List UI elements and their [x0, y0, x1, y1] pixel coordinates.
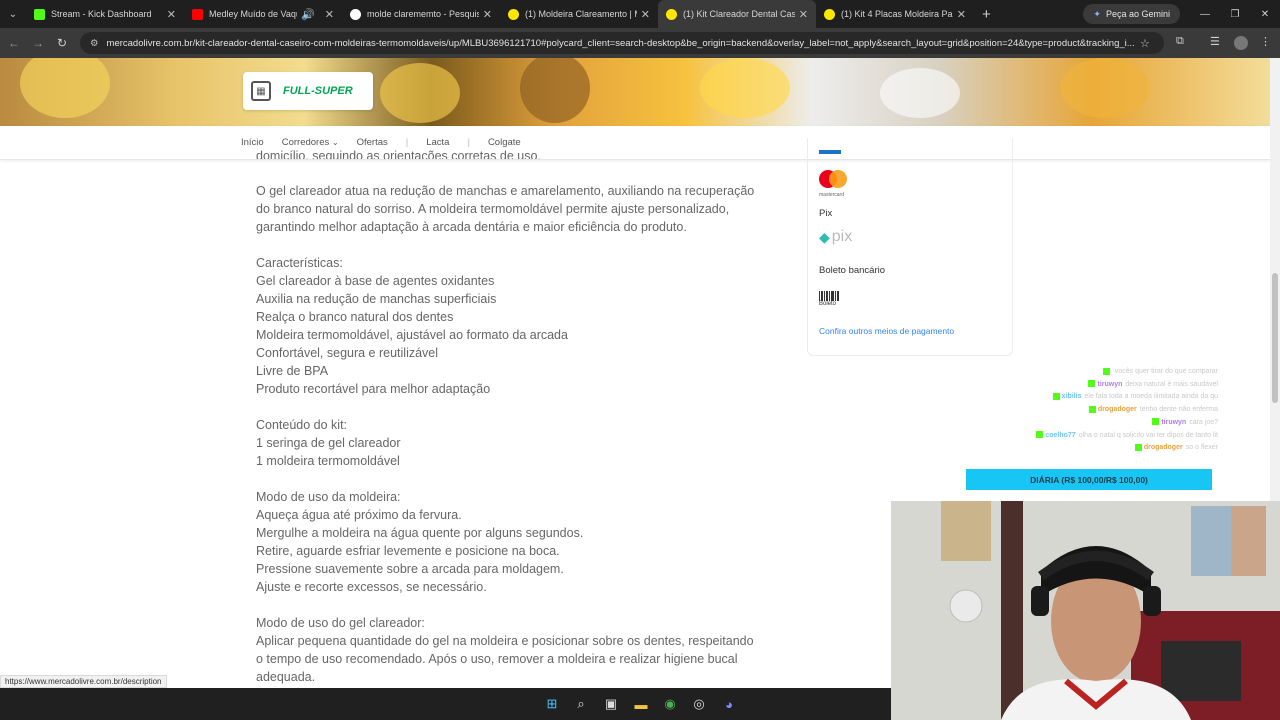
caracteristica-item: Realça o branco natural dos dentes [256, 310, 454, 324]
window-controls: — ❐ ✕ [1190, 0, 1280, 28]
gel-line: o tempo de uso recomendado. Após o uso, … [256, 652, 738, 666]
close-window-icon[interactable]: ✕ [1250, 0, 1280, 28]
store-banner: ▦ FULL-SUPER [0, 58, 1270, 126]
browser-tab-moldeira[interactable]: (1) Moldeira Clareamento | Me ✕ [500, 0, 658, 28]
google-favicon-icon [350, 8, 361, 20]
mercadolivre-favicon-icon [666, 8, 677, 20]
browser-tab-bar: ⌄ Stream - Kick Dashboard ✕ Medley Muído… [0, 0, 1280, 28]
close-tab-icon[interactable]: ✕ [957, 8, 966, 21]
chat-message: drogadoger so o flexer [996, 442, 1218, 455]
webcam-image [891, 501, 1280, 720]
kit-item: 1 seringa de gel clareador [256, 436, 401, 450]
caracteristica-item: Livre de BPA [256, 364, 329, 378]
browser-menu-icon[interactable]: ⋮ [1260, 35, 1271, 48]
task-view-icon[interactable]: ▣ [602, 695, 620, 713]
speaker-icon[interactable]: 🔊 [301, 8, 315, 21]
scrollbar-thumb[interactable] [1272, 273, 1278, 403]
extensions-icon[interactable]: ⧉ [1176, 35, 1184, 48]
browser-tab-kit-placas[interactable]: (1) Kit 4 Placas Moldeira Para C ✕ [816, 0, 974, 28]
minimize-icon[interactable]: — [1190, 0, 1220, 28]
caracteristica-item: Gel clareador à base de agentes oxidante… [256, 274, 495, 288]
chat-message: tiruwyn cara joe? [996, 417, 1218, 430]
pix-diamond-icon: ◆ [819, 228, 830, 245]
browser-tab-google[interactable]: molde clarememto - Pesquisa G ✕ [342, 0, 500, 28]
mercadolivre-favicon-icon [508, 8, 519, 20]
file-explorer-icon[interactable]: ▬ [632, 695, 650, 713]
description-line: garantindo melhor adaptação à arcada den… [256, 220, 687, 234]
reading-list-icon[interactable]: ☰ [1210, 35, 1220, 48]
maximize-icon[interactable]: ❐ [1220, 0, 1250, 28]
moldeira-step: Ajuste e recorte excessos, se necessário… [256, 580, 487, 594]
kit-item: 1 moldeira termomoldável [256, 454, 400, 468]
link-status-bubble: https://www.mercadolivre.com.br/descript… [0, 675, 167, 688]
product-description: O gel clareador atua na redução de manch… [256, 182, 796, 686]
site-info-icon[interactable]: ⚙ [90, 38, 99, 49]
store-logo[interactable]: ▦ FULL-SUPER [243, 72, 373, 110]
payment-methods-card: mastercard Pix ◆ pix Boleto bancário Bol… [807, 138, 1013, 356]
moldeira-step: Pressione suavemente sobre a arcada para… [256, 562, 564, 576]
gel-line: adequada. [256, 670, 316, 684]
caracteristica-item: Moldeira termomoldável, ajustável ao for… [256, 328, 568, 342]
close-tab-icon[interactable]: ✕ [641, 8, 650, 21]
caracteristicas-title: Características: [256, 256, 343, 270]
gel-line: Aplicar pequena quantidade do gel na mol… [256, 634, 754, 648]
browser-tab-youtube[interactable]: Medley Muído de Vaquejada 🔊 ✕ [184, 0, 342, 28]
windows-taskbar [0, 688, 891, 720]
stream-chat-overlay: vocês quer tirar do que comparar tiruwyn… [996, 366, 1218, 455]
address-toolbar: ← → ↻ ⚙ mercadolivre.com.br/kit-clareado… [0, 28, 1280, 58]
browser-tab-kit-clareador[interactable]: (1) Kit Clareador Dental Caseiro ✕ [658, 0, 816, 28]
caracteristica-item: Auxilia na redução de manchas superficia… [256, 292, 497, 306]
moldeira-step: Retire, aguarde esfriar levemente e posi… [256, 544, 560, 558]
new-tab-plus-icon[interactable]: + [982, 6, 991, 23]
chat-message: vocês quer tirar do que comparar [996, 366, 1218, 379]
profile-avatar[interactable] [1234, 36, 1248, 50]
youtube-favicon-icon [192, 8, 203, 20]
gemini-button[interactable]: ✦ Peça ao Gemini [1083, 4, 1180, 24]
chevron-down-icon: ⌄ [331, 138, 339, 147]
description-line: do branco natural do sorriso. A moldeira… [256, 202, 730, 216]
pix-logo: ◆ pix [819, 228, 853, 245]
discord-icon[interactable]: ◕ [720, 695, 738, 713]
chrome-icon[interactable]: ◉ [661, 695, 679, 713]
mercadolivre-favicon-icon [824, 8, 835, 20]
mastercard-icon [819, 170, 847, 190]
reload-icon[interactable]: ↻ [50, 36, 74, 50]
close-tab-icon[interactable]: ✕ [799, 8, 808, 21]
windows-start-icon[interactable]: ⊞ [543, 695, 561, 713]
description-cut-line: domicílio, seguindo as orientações corre… [256, 149, 541, 159]
gel-title: Modo de uso do gel clareador: [256, 616, 425, 630]
webcam-overlay [891, 501, 1280, 720]
daily-goal-bar: DIÁRIA (R$ 100,00/R$ 100,00) [966, 469, 1212, 490]
chat-message: drogadoger tenho dente não enferma [996, 404, 1218, 417]
more-payment-methods-link[interactable]: Confira outros meios de pagamento [819, 326, 954, 336]
pix-label: Pix [819, 208, 833, 219]
kick-favicon-icon [34, 8, 45, 20]
chat-message: coelho77 olha o natal q solicito vai ter … [996, 430, 1218, 443]
close-tab-icon[interactable]: ✕ [325, 8, 334, 21]
kit-title: Conteúdo do kit: [256, 418, 348, 432]
back-arrow-icon[interactable]: ← [2, 36, 26, 50]
boleto-label: Boleto bancário [819, 265, 886, 276]
basket-icon: ▦ [251, 81, 271, 101]
chat-message: tiruwyn deixa natural é mais saudável [996, 379, 1218, 392]
gemini-sparkle-icon: ✦ [1093, 8, 1101, 19]
obs-icon[interactable]: ◎ [690, 695, 708, 713]
tab-search-menu-icon[interactable]: ⌄ [0, 0, 26, 28]
close-tab-icon[interactable]: ✕ [483, 8, 492, 21]
moldeira-title: Modo de uso da moldeira: [256, 490, 401, 504]
moldeira-step: Mergulhe a moldeira na água quente por a… [256, 526, 584, 540]
description-line: O gel clareador atua na redução de manch… [256, 184, 755, 198]
search-icon[interactable]: ⌕ [572, 695, 590, 713]
browser-tab-kick[interactable]: Stream - Kick Dashboard ✕ [26, 0, 184, 28]
card-brand-icon [819, 150, 841, 154]
address-bar[interactable]: ⚙ mercadolivre.com.br/kit-clareador-dent… [80, 32, 1164, 54]
bookmark-star-icon[interactable]: ☆ [1140, 37, 1150, 50]
close-tab-icon[interactable]: ✕ [167, 8, 176, 21]
caracteristica-item: Confortável, segura e reutilizável [256, 346, 439, 360]
moldeira-step: Aqueça água até próximo da fervura. [256, 508, 462, 522]
chat-message: xibilis ele fala toda a moeda ilimitada a… [996, 391, 1218, 404]
forward-arrow-icon[interactable]: → [26, 36, 50, 50]
caracteristica-item: Produto recortável para melhor adaptação [256, 382, 491, 396]
